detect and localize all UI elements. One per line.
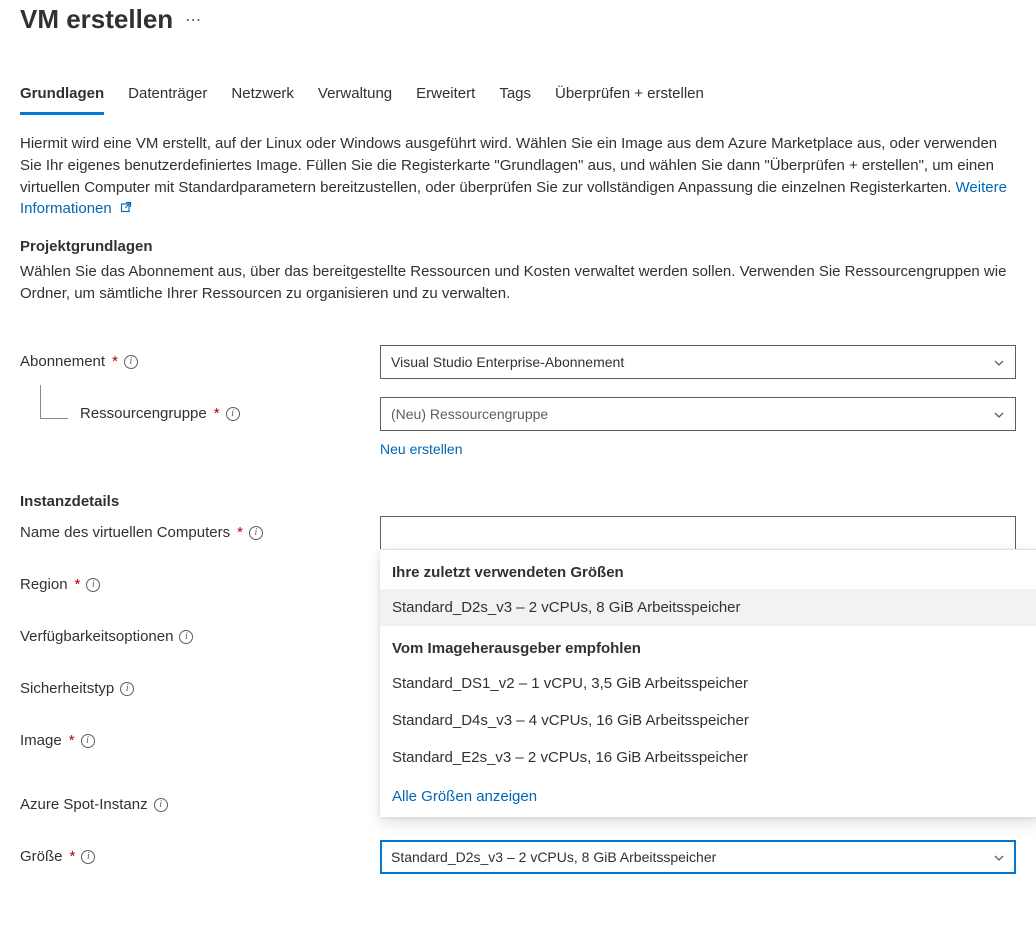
size-dropdown[interactable]: Standard_D2s_v3 – 2 vCPUs, 8 GiB Arbeits… <box>380 840 1016 874</box>
required-asterisk: * <box>70 848 76 865</box>
image-label: Image <box>20 732 62 749</box>
info-icon[interactable]: i <box>179 630 193 644</box>
required-asterisk: * <box>237 524 243 541</box>
subscription-field: Visual Studio Enterprise-Abonnement <box>380 345 1016 379</box>
tab-ueberpruefen[interactable]: Überprüfen + erstellen <box>555 85 704 115</box>
resource-group-field: (Neu) Ressourcengruppe <box>380 397 1016 431</box>
size-dropdown-popup: Ihre zuletzt verwendeten Größen Standard… <box>380 549 1036 817</box>
tab-tags[interactable]: Tags <box>499 85 531 115</box>
availability-label-col: Verfügbarkeitsoptionen i <box>20 628 380 645</box>
size-field: Standard_D2s_v3 – 2 vCPUs, 8 GiB Arbeits… <box>380 840 1016 874</box>
external-link-icon <box>120 200 132 217</box>
project-section-heading: Projektgrundlagen <box>20 238 1016 255</box>
create-new-link[interactable]: Neu erstellen <box>380 441 463 457</box>
info-icon[interactable]: i <box>86 578 100 592</box>
resource-group-label-col: Ressourcengruppe * i <box>20 405 380 422</box>
subscription-value: Visual Studio Enterprise-Abonnement <box>391 354 624 370</box>
resource-group-dropdown[interactable]: (Neu) Ressourcengruppe <box>380 397 1016 431</box>
size-label-col: Größe * i <box>20 848 380 865</box>
instance-section-heading: Instanzdetails <box>20 493 1016 510</box>
popup-recent-header: Ihre zuletzt verwendeten Größen <box>380 550 1036 589</box>
chevron-down-icon <box>993 356 1005 368</box>
required-asterisk: * <box>112 353 118 370</box>
required-asterisk: * <box>214 405 220 422</box>
vm-name-input[interactable] <box>380 516 1016 550</box>
info-icon[interactable]: i <box>81 850 95 864</box>
tab-netzwerk[interactable]: Netzwerk <box>231 85 294 115</box>
popup-recommended-header: Vom Imageherausgeber empfohlen <box>380 626 1036 665</box>
spot-label: Azure Spot-Instanz <box>20 796 148 813</box>
tab-grundlagen[interactable]: Grundlagen <box>20 85 104 115</box>
security-label: Sicherheitstyp <box>20 680 114 697</box>
info-icon[interactable]: i <box>154 798 168 812</box>
tabs-bar: Grundlagen Datenträger Netzwerk Verwaltu… <box>0 85 1036 115</box>
intro-text: Hiermit wird eine VM erstellt, auf der L… <box>20 135 997 196</box>
size-option-rec-2[interactable]: Standard_E2s_v3 – 2 vCPUs, 16 GiB Arbeit… <box>380 739 1036 776</box>
resource-group-row: Ressourcengruppe * i (Neu) Ressourcengru… <box>20 397 1016 431</box>
info-icon[interactable]: i <box>249 526 263 540</box>
region-label-col: Region * i <box>20 576 380 593</box>
indent-line <box>40 385 68 419</box>
project-section-desc: Wählen Sie das Abonnement aus, über das … <box>20 261 1016 305</box>
info-icon[interactable]: i <box>124 355 138 369</box>
tab-erweitert[interactable]: Erweitert <box>416 85 475 115</box>
vm-name-label-col: Name des virtuellen Computers * i <box>20 524 380 541</box>
size-option-rec-0[interactable]: Standard_DS1_v2 – 1 vCPU, 3,5 GiB Arbeit… <box>380 665 1036 702</box>
tab-verwaltung[interactable]: Verwaltung <box>318 85 392 115</box>
subscription-row: Abonnement * i Visual Studio Enterprise-… <box>20 345 1016 379</box>
size-option-recent-0[interactable]: Standard_D2s_v3 – 2 vCPUs, 8 GiB Arbeits… <box>380 589 1036 626</box>
page-header: VM erstellen ⋯ <box>0 0 1036 65</box>
content-area: Hiermit wird eine VM erstellt, auf der L… <box>0 115 1036 902</box>
vm-name-field <box>380 516 1016 550</box>
resource-group-value: (Neu) Ressourcengruppe <box>391 406 548 422</box>
page-title: VM erstellen <box>20 4 173 35</box>
chevron-down-icon <box>993 408 1005 420</box>
required-asterisk: * <box>69 732 75 749</box>
vm-name-label: Name des virtuellen Computers <box>20 524 230 541</box>
image-label-col: Image * i <box>20 732 380 749</box>
size-label: Größe <box>20 848 63 865</box>
size-option-rec-1[interactable]: Standard_D4s_v3 – 4 vCPUs, 16 GiB Arbeit… <box>380 702 1036 739</box>
info-icon[interactable]: i <box>120 682 134 696</box>
required-asterisk: * <box>75 576 81 593</box>
info-icon[interactable]: i <box>226 407 240 421</box>
vm-name-row: Name des virtuellen Computers * i Ihre z… <box>20 516 1016 550</box>
subscription-label-col: Abonnement * i <box>20 353 380 370</box>
availability-label: Verfügbarkeitsoptionen <box>20 628 173 645</box>
chevron-down-icon <box>993 851 1005 863</box>
info-icon[interactable]: i <box>81 734 95 748</box>
spot-label-col: Azure Spot-Instanz i <box>20 796 380 813</box>
tab-datentraeger[interactable]: Datenträger <box>128 85 207 115</box>
all-sizes-link[interactable]: Alle Größen anzeigen <box>380 776 1036 811</box>
subscription-dropdown[interactable]: Visual Studio Enterprise-Abonnement <box>380 345 1016 379</box>
size-value: Standard_D2s_v3 – 2 vCPUs, 8 GiB Arbeits… <box>391 849 716 865</box>
resource-group-sublink-row: Neu erstellen <box>20 435 1016 457</box>
region-label: Region <box>20 576 68 593</box>
resource-group-label: Ressourcengruppe <box>80 405 207 422</box>
subscription-label: Abonnement <box>20 353 105 370</box>
more-actions-icon[interactable]: ⋯ <box>185 10 203 30</box>
security-label-col: Sicherheitstyp i <box>20 680 380 697</box>
instance-block: Name des virtuellen Computers * i Ihre z… <box>20 516 1016 874</box>
size-row: Größe * i Standard_D2s_v3 – 2 vCPUs, 8 G… <box>20 840 1016 874</box>
intro-paragraph: Hiermit wird eine VM erstellt, auf der L… <box>20 133 1016 220</box>
